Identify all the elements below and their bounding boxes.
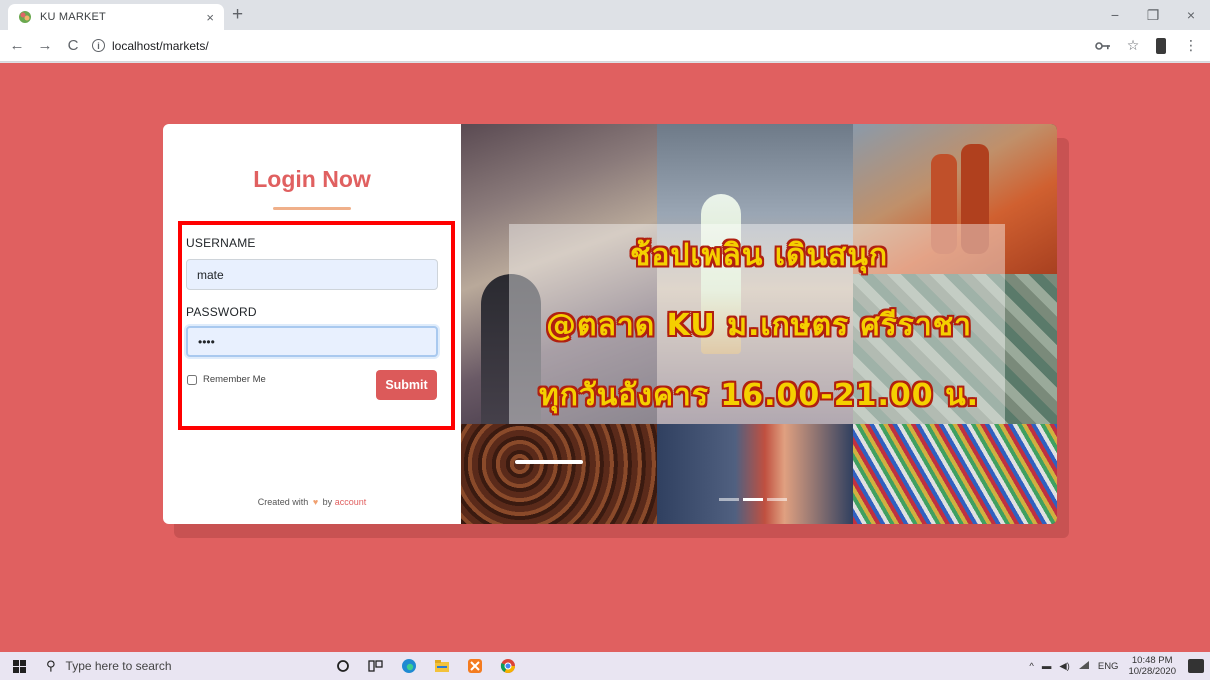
start-button[interactable] bbox=[0, 652, 38, 680]
minimize-button[interactable]: − bbox=[1096, 0, 1134, 30]
footer-credit: Created with ♥ by account bbox=[163, 497, 461, 507]
search-icon: ⚲ bbox=[46, 658, 56, 673]
chrome-icon[interactable] bbox=[491, 652, 524, 680]
site-info-icon[interactable]: i bbox=[92, 39, 105, 52]
system-tray: ^ ▬ ◀) ENG 10:48 PM 10/28/2020 bbox=[1021, 652, 1204, 680]
close-window-button[interactable]: × bbox=[1172, 0, 1210, 30]
tab-close-icon[interactable]: × bbox=[206, 10, 214, 25]
xampp-icon[interactable] bbox=[458, 652, 491, 680]
clock-date: 10/28/2020 bbox=[1128, 666, 1176, 677]
wifi-icon[interactable] bbox=[1078, 660, 1090, 673]
maximize-button[interactable]: ❐ bbox=[1134, 0, 1172, 30]
key-icon[interactable] bbox=[1092, 38, 1114, 54]
clock-time: 10:48 PM bbox=[1131, 655, 1173, 666]
taskbar-apps bbox=[326, 652, 524, 680]
windows-taskbar: ⚲ Type here to search ^ ▬ ◀) ENG 10:48 P… bbox=[0, 652, 1210, 680]
browser-toolbar: ← → C i localhost/markets/ ☆ ⋮ bbox=[0, 30, 1210, 62]
market-banner-carousel: ช้อปเพลิน เดินสนุก @ตลาด KU ม.เกษตร ศรีร… bbox=[461, 124, 1057, 524]
windows-logo-icon bbox=[12, 659, 26, 673]
bookmark-star-icon[interactable]: ☆ bbox=[1122, 37, 1144, 54]
title-underline bbox=[273, 207, 351, 210]
address-bar[interactable]: i localhost/markets/ bbox=[92, 35, 1078, 57]
extension-icon[interactable] bbox=[1156, 37, 1166, 54]
task-view-icon[interactable] bbox=[359, 652, 392, 680]
login-card: Login Now USERNAME PASSWORD Remember Me … bbox=[163, 124, 1057, 524]
photo-strawberry-dessert bbox=[657, 424, 853, 524]
window-controls: − ❐ × bbox=[1096, 0, 1210, 30]
battery-icon[interactable]: ▬ bbox=[1042, 661, 1052, 672]
language-indicator[interactable]: ENG bbox=[1098, 661, 1119, 672]
reload-button[interactable]: C bbox=[62, 37, 84, 54]
search-placeholder: Type here to search bbox=[65, 659, 172, 673]
new-tab-button[interactable]: + bbox=[232, 4, 243, 26]
chevron-up-icon[interactable]: ^ bbox=[1029, 661, 1033, 672]
footer-by: by bbox=[322, 497, 333, 507]
carousel-indicator[interactable] bbox=[767, 498, 787, 501]
carousel-indicators bbox=[719, 498, 787, 501]
login-panel: Login Now USERNAME PASSWORD Remember Me … bbox=[163, 124, 461, 524]
edge-icon[interactable] bbox=[392, 652, 425, 680]
carousel-slide-bar[interactable] bbox=[515, 460, 583, 464]
account-link[interactable]: account bbox=[335, 497, 367, 507]
clock[interactable]: 10:48 PM 10/28/2020 bbox=[1128, 655, 1176, 677]
heart-icon: ♥ bbox=[312, 497, 319, 507]
photo-bead-bracelets bbox=[853, 424, 1057, 524]
login-title: Login Now bbox=[253, 166, 371, 192]
favicon-icon bbox=[18, 10, 32, 24]
carousel-indicator-active[interactable] bbox=[743, 498, 763, 501]
slogan-line-3: ทุกวันอังคาร 16.00-21.00 น. bbox=[538, 378, 979, 413]
browser-tab[interactable]: KU MARKET × bbox=[8, 4, 224, 30]
browser-tab-strip: KU MARKET × + − ❐ × bbox=[0, 0, 1210, 30]
menu-kebab-icon[interactable]: ⋮ bbox=[1180, 37, 1202, 54]
slogan-line-1: ช้อปเพลิน เดินสนุก bbox=[629, 238, 888, 273]
highlight-box bbox=[178, 221, 455, 430]
tab-title: KU MARKET bbox=[40, 11, 106, 23]
carousel-indicator[interactable] bbox=[719, 498, 739, 501]
forward-button[interactable]: → bbox=[34, 37, 56, 54]
notification-center-icon[interactable] bbox=[1188, 659, 1204, 673]
file-explorer-icon[interactable] bbox=[425, 652, 458, 680]
taskbar-search[interactable]: ⚲ Type here to search bbox=[38, 652, 300, 680]
footer-prefix: Created with bbox=[257, 497, 309, 507]
cortana-icon[interactable] bbox=[326, 652, 359, 680]
photo-chocolate-snacks bbox=[461, 424, 657, 524]
slogan-line-2: @ตลาด KU ม.เกษตร ศรีราชา bbox=[546, 308, 972, 343]
url-text: localhost/markets/ bbox=[112, 38, 209, 53]
back-button[interactable]: ← bbox=[6, 37, 28, 54]
page-background: Login Now USERNAME PASSWORD Remember Me … bbox=[0, 63, 1210, 652]
volume-icon[interactable]: ◀) bbox=[1059, 661, 1069, 672]
